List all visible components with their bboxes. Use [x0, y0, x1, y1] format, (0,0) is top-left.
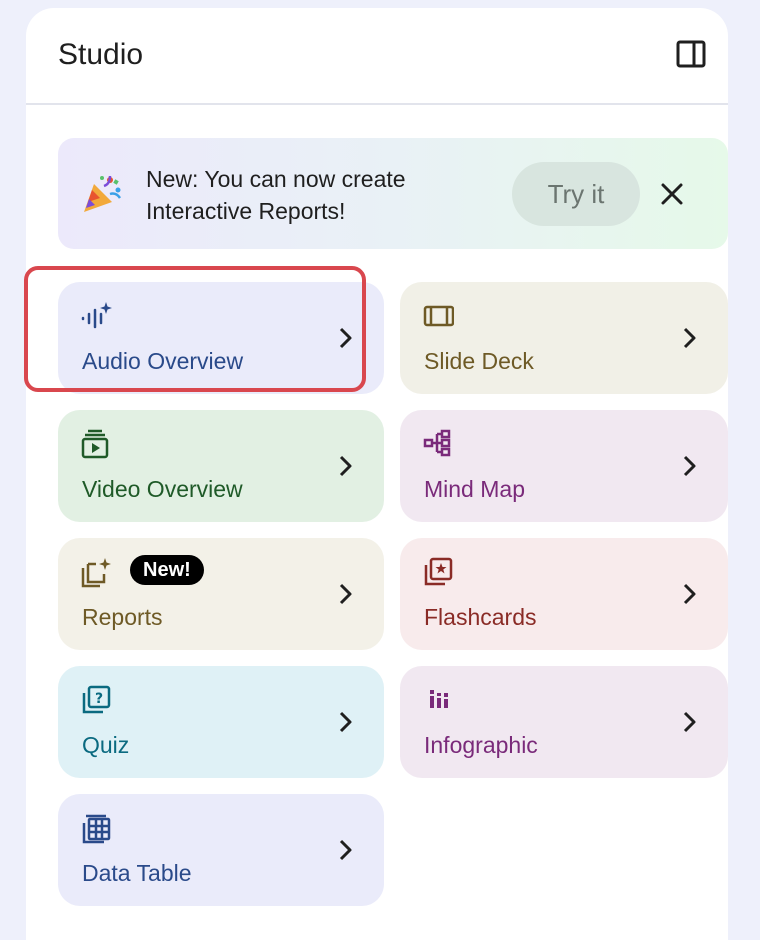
new-feature-banner: New: You can now create Interactive Repo…	[58, 138, 728, 249]
page-title: Studio	[58, 38, 144, 71]
tile-label: Quiz	[82, 732, 130, 758]
tile-label: Flashcards	[424, 604, 537, 630]
tile-label: Data Table	[82, 860, 192, 886]
panel-toggle-icon	[676, 40, 706, 68]
tile-audio-overview[interactable]: Audio Overview	[58, 282, 384, 394]
chevron-right-icon	[680, 710, 700, 734]
close-banner-button[interactable]	[658, 180, 686, 208]
try-it-button[interactable]: Try it	[512, 162, 640, 226]
tile-video-overview[interactable]: Video Overview	[58, 410, 384, 522]
infographic-icon	[422, 684, 454, 716]
chevron-right-icon	[336, 838, 356, 862]
tile-mind-map[interactable]: Mind Map	[400, 410, 728, 522]
tile-label: Mind Map	[424, 476, 525, 502]
tile-label: Infographic	[424, 732, 538, 758]
studio-header: Studio	[26, 8, 728, 105]
tile-data-table[interactable]: Data Table	[58, 794, 384, 906]
reports-sparkle-icon	[80, 556, 112, 588]
audio-waveform-sparkle-icon	[80, 300, 112, 332]
chevron-right-icon	[336, 710, 356, 734]
slides-icon	[422, 300, 455, 332]
chevron-right-icon	[680, 582, 700, 606]
tile-quiz[interactable]: ? Quiz	[58, 666, 384, 778]
tile-reports[interactable]: New! Reports	[58, 538, 384, 650]
tile-slide-deck[interactable]: Slide Deck	[400, 282, 728, 394]
chevron-right-icon	[336, 326, 356, 350]
table-icon	[80, 812, 112, 844]
tile-label: Slide Deck	[424, 348, 534, 374]
chevron-right-icon	[680, 326, 700, 350]
quiz-icon: ?	[80, 684, 112, 716]
banner-text: New: You can now create Interactive Repo…	[146, 166, 406, 224]
svg-text:?: ?	[95, 691, 103, 707]
video-icon	[80, 428, 112, 460]
chevron-right-icon	[336, 454, 356, 478]
tile-label: Video Overview	[82, 476, 243, 502]
new-badge: New!	[130, 555, 204, 585]
close-icon	[661, 183, 683, 205]
toggle-panel-button[interactable]	[676, 40, 706, 68]
chevron-right-icon	[336, 582, 356, 606]
tile-flashcards[interactable]: Flashcards	[400, 538, 728, 650]
flashcards-icon	[422, 556, 454, 588]
tile-label: Audio Overview	[82, 348, 244, 374]
party-popper-icon	[80, 172, 124, 216]
tile-label: Reports	[82, 604, 163, 630]
chevron-right-icon	[680, 454, 700, 478]
mind-map-icon	[422, 428, 454, 460]
tile-infographic[interactable]: Infographic	[400, 666, 728, 778]
